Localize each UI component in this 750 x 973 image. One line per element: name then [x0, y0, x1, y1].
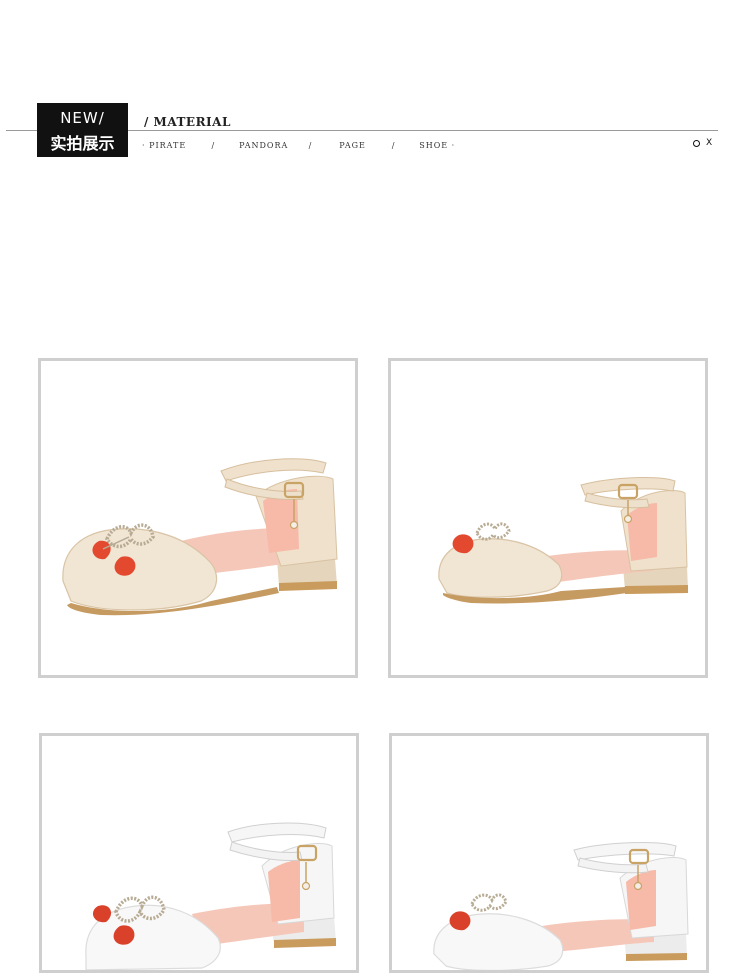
close-icon[interactable]: X — [706, 138, 712, 148]
shoe-illustration — [438, 477, 688, 604]
product-photo-3[interactable] — [39, 733, 359, 973]
section-title: / MATERIAL — [144, 115, 231, 129]
nav-separator: / — [211, 141, 216, 150]
header: NEW/ 实拍展示 / MATERIAL · PIRATE / PANDORA … — [0, 0, 750, 170]
nav-bar: · PIRATE / PANDORA / PAGE / SHOE · — [142, 141, 455, 150]
shoe-illustration — [62, 458, 338, 616]
rhinestone-bow-icon — [475, 522, 511, 541]
new-badge: NEW/ 实拍展示 — [37, 103, 128, 157]
shoe-illustration — [85, 822, 336, 970]
nav-item-page[interactable]: PAGE — [339, 141, 388, 150]
nav-item-shoe[interactable]: SHOE · — [419, 141, 455, 150]
shoe-illustration — [433, 842, 689, 970]
product-photo-2[interactable] — [388, 358, 708, 678]
rhinestone-bow-icon — [470, 893, 508, 912]
product-photo-4[interactable] — [389, 733, 709, 973]
nav-item-pandora[interactable]: PANDORA — [239, 141, 305, 150]
badge-line1: NEW/ — [60, 109, 105, 127]
product-photo-1[interactable] — [38, 358, 358, 678]
header-controls: X — [693, 138, 712, 148]
nav-separator: / — [308, 141, 313, 150]
badge-line2: 实拍展示 — [50, 134, 115, 153]
nav-separator: / — [391, 141, 396, 150]
circle-icon[interactable] — [693, 139, 700, 147]
nav-item-pirate[interactable]: · PIRATE — [142, 141, 208, 150]
